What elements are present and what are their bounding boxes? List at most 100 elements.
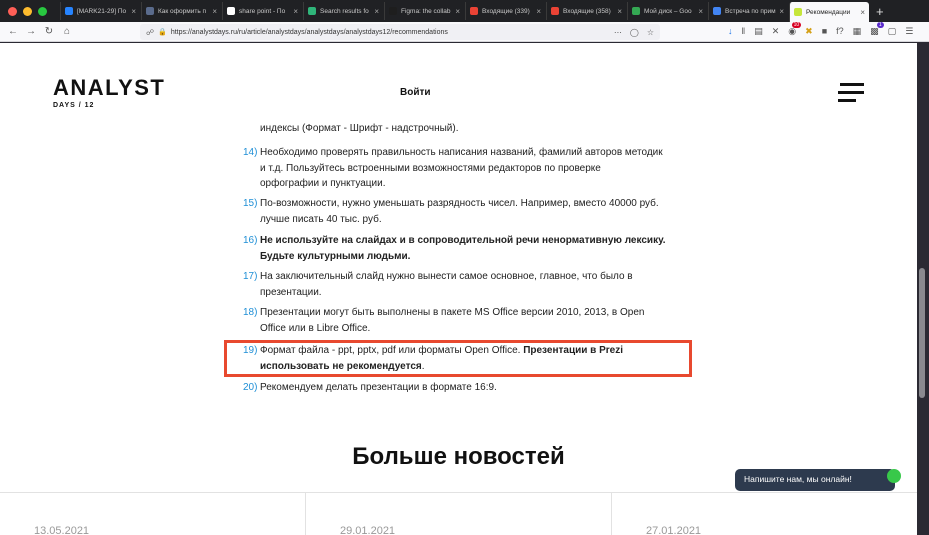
minimize-window-button[interactable] (23, 6, 32, 16)
browser-toolbar: ← → ↻ ⌂ ☍ 🔒 https://analystdays.ru/ru/ar… (0, 22, 929, 42)
browser-tab[interactable]: Входящие (339) × (465, 2, 545, 20)
bookmark-star-icon[interactable]: ☆ (647, 28, 654, 37)
download-icon[interactable]: ↓ (728, 26, 733, 37)
browser-tabs: [MARK21-29] По × Как оформить п × share poin… (60, 0, 870, 22)
web-page: ANALYST DAYS / 12 Войти индексы (Формат … (0, 43, 917, 535)
url-bar[interactable]: ☍ 🔒 https://analystdays.ru/ru/article/an… (140, 24, 660, 40)
hamburger-menu-icon[interactable] (838, 83, 864, 107)
extension-badge-icon[interactable]: ◉ 10 (788, 22, 802, 37)
online-status-icon (887, 469, 901, 483)
browser-tab[interactable]: share point - По × (222, 2, 302, 20)
tab-favicon-icon (308, 7, 316, 15)
list-item-line: Рекомендуем делать презентации в формате… (260, 382, 497, 393)
browser-tab[interactable]: Figma: the collab × (384, 2, 464, 20)
home-icon[interactable]: ⌂ (58, 26, 76, 37)
url-text[interactable]: https://analystdays.ru/ru/article/analys… (171, 29, 614, 36)
extension-tools-icon[interactable]: ✖ (805, 26, 813, 37)
tab-close-icon[interactable]: × (617, 7, 622, 16)
list-item: 18) Презентации могут быть выполнены в п… (243, 305, 683, 336)
news-card[interactable]: 13.05.2021 (0, 493, 306, 535)
fullscreen-window-button[interactable] (38, 6, 47, 16)
tab-favicon-icon (65, 7, 73, 15)
lock-icon[interactable]: 🔒 (158, 28, 167, 36)
library-icon[interactable]: ‖ (742, 26, 746, 37)
toolbar-right-icons: ↓ ‖ ▤ ✕ ◉ 10 ✖ ■ f? ▦ ▩ 1 ▢ ☰ (728, 22, 913, 37)
tab-favicon-icon (713, 7, 721, 15)
logo-main-text: ANALYST (53, 75, 166, 100)
page-scrollbar-thumb[interactable] (919, 268, 925, 398)
tab-close-icon[interactable]: × (860, 8, 865, 17)
new-tab-button[interactable]: + (876, 4, 884, 19)
tab-title: [MARK21-29] По (77, 7, 127, 15)
tracking-shield-icon[interactable]: ☍ (146, 28, 154, 37)
news-card[interactable]: 27.01.2021 (612, 493, 917, 535)
list-item: 17) На заключительный слайд нужно вынест… (243, 269, 683, 300)
list-item-line: Необходимо проверять правильность написа… (260, 147, 663, 158)
notification-badge: 10 (791, 22, 802, 28)
browser-tab[interactable]: Мой диск – Goo × (627, 2, 707, 20)
forward-icon[interactable]: → (22, 26, 40, 37)
sidebar-icon[interactable]: ▤ (754, 26, 763, 37)
more-news-heading: Больше новостей (352, 443, 565, 470)
tab-title: Входящие (339) (482, 7, 530, 15)
extension-ad-icon[interactable]: ■ (822, 26, 827, 37)
chat-widget-button[interactable]: Напишите нам, мы онлайн! (735, 469, 901, 491)
list-item-line: презентации. (260, 286, 322, 298)
list-item-line: Office или в Libre Office. (260, 322, 371, 334)
list-item-number: 14) (243, 147, 258, 158)
list-item-line: По-возможности, нужно уменьшать разрядно… (260, 198, 659, 209)
list-item-number: 16) (243, 235, 258, 246)
tab-title: Входящие (358) (563, 7, 611, 15)
list-item: индексы (Формат - Шрифт - надстрочный). (243, 121, 683, 137)
tab-close-icon[interactable]: × (212, 7, 217, 16)
tab-close-icon[interactable]: × (698, 7, 703, 16)
reload-icon[interactable]: ↻ (40, 26, 58, 37)
formula-icon[interactable]: f? (836, 26, 844, 37)
menu-icon[interactable]: ☰ (905, 26, 913, 37)
tab-favicon-icon (632, 7, 640, 15)
chart-icon[interactable]: ▦ (853, 26, 862, 37)
tab-close-icon[interactable]: × (131, 7, 136, 16)
tab-close-icon[interactable]: × (536, 7, 541, 16)
tab-title: Рекомендации (806, 8, 851, 16)
tab-close-icon[interactable]: × (455, 7, 460, 16)
news-date: 13.05.2021 (34, 525, 90, 535)
list-item-line: Не используйте на слайдах и в сопроводит… (260, 235, 666, 246)
extension-x-icon[interactable]: ✕ (772, 26, 780, 37)
list-item-line: Будьте культурными людьми. (260, 250, 411, 262)
page-actions-icon[interactable]: ⋯ (614, 28, 622, 37)
notification-badge-2: 1 (876, 22, 884, 28)
tab-favicon-icon (227, 7, 235, 15)
list-item-number: 17) (243, 271, 258, 282)
news-date: 29.01.2021 (340, 525, 396, 535)
tab-favicon-icon (146, 7, 154, 15)
close-window-button[interactable] (8, 6, 17, 16)
browser-tab[interactable]: Входящие (358) × (546, 2, 626, 20)
site-logo[interactable]: ANALYST DAYS / 12 (53, 75, 166, 110)
tab-close-icon[interactable]: × (293, 7, 298, 16)
browser-tab[interactable]: Search results fo × (303, 2, 383, 20)
annotation-highlight-box (224, 340, 692, 377)
extension-cube-icon[interactable]: ▢ (888, 26, 897, 37)
tab-title: share point - По (239, 7, 286, 15)
list-item-number: 15) (243, 198, 258, 209)
tab-strip: [MARK21-29] По × Как оформить п × share poin… (0, 0, 929, 22)
tab-close-icon[interactable]: × (374, 7, 379, 16)
list-item-line: орфографии и пунктуации. (260, 178, 386, 189)
back-icon[interactable]: ← (4, 26, 22, 37)
list-item: 14) Необходимо проверять правильность на… (243, 145, 683, 192)
extension-badge2-icon[interactable]: ▩ 1 (870, 22, 884, 37)
chat-widget-label: Напишите нам, мы онлайн! (744, 474, 852, 484)
tab-title: Мой диск – Goo (644, 7, 692, 15)
list-item-line: лучше писать 40 тыс. руб. (260, 213, 382, 225)
login-link[interactable]: Войти (400, 87, 431, 98)
browser-tab[interactable]: Как оформить п × (141, 2, 221, 20)
browser-tab[interactable]: Рекомендации × (789, 2, 869, 22)
list-item-number: 20) (243, 382, 258, 393)
browser-tab[interactable]: [MARK21-29] По × (60, 2, 140, 20)
news-card[interactable]: 29.01.2021 (306, 493, 612, 535)
pocket-icon[interactable]: ◯ (630, 28, 639, 37)
tab-close-icon[interactable]: × (779, 7, 784, 16)
tab-title: Как оформить п (158, 7, 207, 15)
browser-tab[interactable]: Встреча по прим × (708, 2, 788, 20)
